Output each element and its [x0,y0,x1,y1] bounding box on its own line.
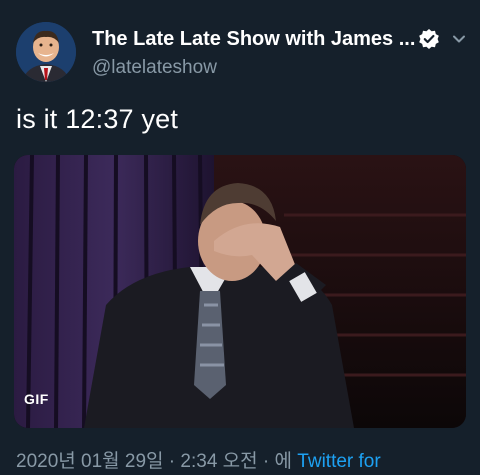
gif-badge: GIF [24,391,49,407]
display-name[interactable]: The Late Late Show with James ... [92,28,415,51]
verified-badge-icon [418,28,440,50]
tweet-meta: 2020년 01월 29일 · 2:34 오전 · 에 Twitter for [16,446,381,473]
avatar[interactable] [16,22,76,82]
tweet-header: The Late Late Show with James ... @latel… [0,0,480,100]
tweet-timestamp[interactable]: 2020년 01월 29일 · 2:34 오전 · 에 [16,451,292,472]
tweet-source-link[interactable]: Twitter for [297,451,380,472]
chevron-down-icon[interactable] [450,30,468,48]
user-handle[interactable]: @latelateshow [92,57,217,79]
gif-media[interactable] [14,155,466,428]
tweet-text: is it 12:37 yet [16,104,179,134]
